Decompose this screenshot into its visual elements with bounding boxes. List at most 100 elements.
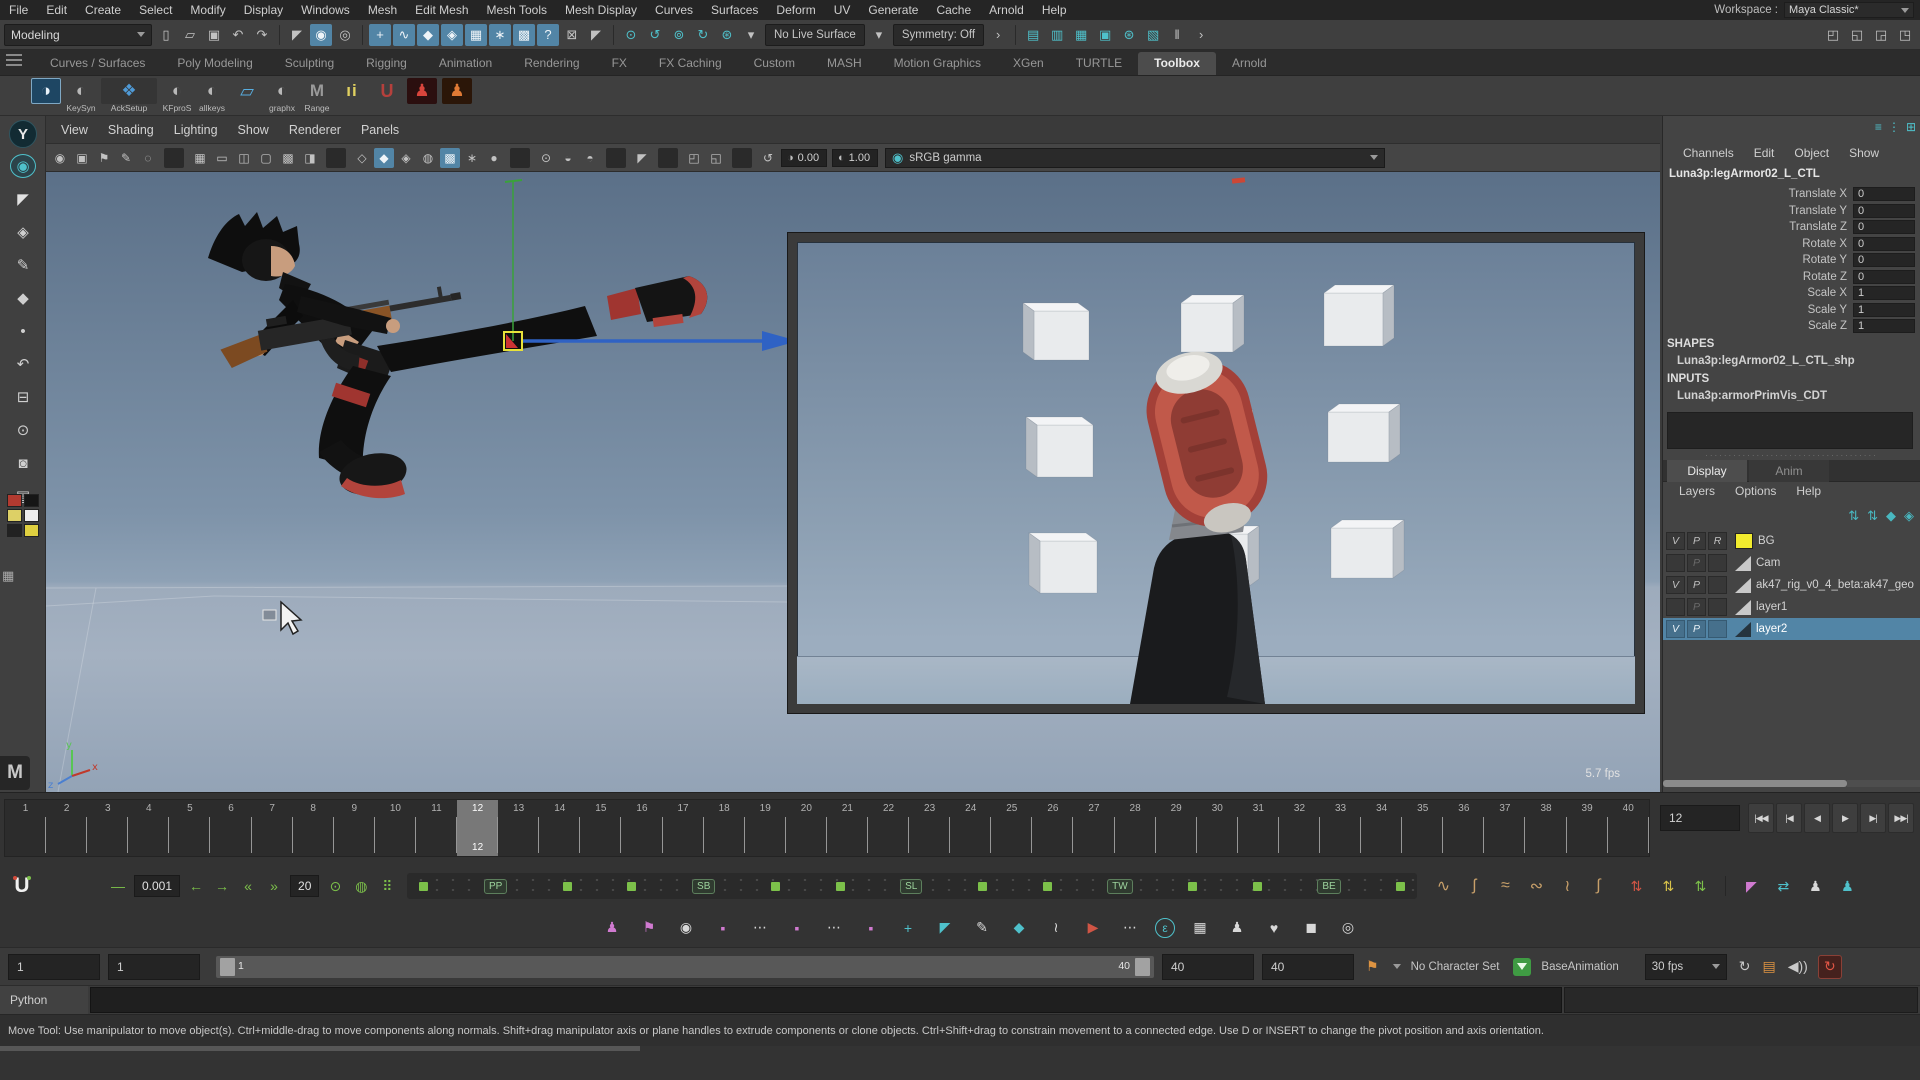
layer-playback-toggle[interactable]: P xyxy=(1687,554,1706,572)
shaded-icon[interactable]: ◆ xyxy=(374,148,394,168)
layer-reference-toggle[interactable]: R xyxy=(1708,532,1727,550)
color-swatch[interactable] xyxy=(7,494,22,507)
time-slider-frame[interactable]: 11 xyxy=(416,800,457,856)
animation-end-field[interactable]: 40 xyxy=(1262,954,1354,980)
attribute-value-field[interactable]: 0 xyxy=(1853,270,1915,284)
animbot-strip-marker[interactable] xyxy=(563,882,572,891)
menu-item[interactable]: Edit xyxy=(37,1,76,19)
shelf-tab[interactable]: Rendering xyxy=(508,52,595,75)
time-slider-frame[interactable]: 35 xyxy=(1402,800,1443,856)
time-slider-frame[interactable]: 21 xyxy=(827,800,868,856)
pink-key-icon[interactable]: ▪ xyxy=(711,916,735,940)
animbot-strip-marker[interactable] xyxy=(836,882,845,891)
play-forwards-button[interactable]: ▶ xyxy=(1832,803,1858,833)
pause-viewport-icon[interactable]: ‖ xyxy=(1166,24,1188,46)
viewport-menu-item[interactable]: Shading xyxy=(99,121,163,139)
bookmark-add-icon[interactable]: ⚑ xyxy=(1366,958,1379,975)
layer-playback-toggle[interactable]: P xyxy=(1687,532,1706,550)
animbot-strip-marker[interactable] xyxy=(978,882,987,891)
time-slider-frame[interactable]: 6 xyxy=(210,800,251,856)
time-slider-frame[interactable]: 15 xyxy=(580,800,621,856)
menu-item[interactable]: File xyxy=(0,1,37,19)
animbot-strip-marker[interactable] xyxy=(1253,882,1262,891)
muffin-icon[interactable]: ◍ xyxy=(349,874,373,898)
refresh-view-icon[interactable]: ↺ xyxy=(758,148,778,168)
red-arrows-icon[interactable]: ⇅ xyxy=(1624,874,1648,898)
bookmark-icon[interactable]: ⚑ xyxy=(94,148,114,168)
exposure-field[interactable]: ◑ 0.00 xyxy=(781,149,827,167)
animbot-strip-marker[interactable] xyxy=(771,882,780,891)
time-slider-frame[interactable]: 37 xyxy=(1484,800,1525,856)
select-object-mode-icon[interactable]: ◉ xyxy=(310,24,332,46)
attribute-editor-toggle-icon[interactable]: ⊞ xyxy=(1906,120,1916,134)
shelf-tab[interactable]: MASH xyxy=(811,52,878,75)
time-slider-frame[interactable]: 25 xyxy=(991,800,1032,856)
attribute-value-field[interactable]: 0 xyxy=(1853,220,1915,234)
three-pane-layout-icon[interactable]: ◲ xyxy=(1870,24,1892,46)
sine-curve-icon[interactable]: ∿ xyxy=(1431,874,1455,898)
shape-node-name[interactable]: Luna3p:legArmor02_L_CTL_shp xyxy=(1677,355,1855,367)
single-pane-layout-icon[interactable]: ◰ xyxy=(1822,24,1844,46)
BG[interactable]: V P R BG xyxy=(1663,530,1920,552)
attribute-value-field[interactable]: 0 xyxy=(1853,187,1915,201)
menu-item[interactable]: Arnold xyxy=(980,1,1033,19)
pose-mirror-icon[interactable]: ♟ xyxy=(1835,874,1859,898)
attribute-value-field[interactable]: 0 xyxy=(1853,237,1915,251)
layer-editor-tab[interactable]: Anim xyxy=(1749,460,1829,482)
highlight-selection-icon[interactable]: ◤ xyxy=(585,24,607,46)
dot-icon[interactable]: • xyxy=(10,319,36,343)
move-layer-up-icon[interactable]: ⇅ xyxy=(1848,508,1859,524)
playblast-icon[interactable]: ▤ xyxy=(1763,958,1776,975)
range-start-handle[interactable] xyxy=(220,958,235,976)
viewport-icon[interactable] xyxy=(164,148,184,168)
colorspace-dropdown[interactable]: ◉ sRGB gamma xyxy=(885,148,1385,168)
shelf-tab[interactable]: Animation xyxy=(423,52,508,75)
shelf-tab[interactable]: Custom xyxy=(738,52,811,75)
status-icon[interactable] xyxy=(613,25,614,45)
wr-curve-icon[interactable]: ≀ xyxy=(1555,874,1579,898)
flag-icon[interactable]: ⚑ xyxy=(637,916,661,940)
menu-item[interactable]: Help xyxy=(1033,1,1076,19)
light-editor-icon[interactable]: ▧ xyxy=(1142,24,1164,46)
motion-blur-icon[interactable]: ◒ xyxy=(558,148,578,168)
layer-reference-toggle[interactable] xyxy=(1708,598,1727,616)
pink-cursor-icon[interactable]: ◤ xyxy=(1739,874,1763,898)
menu-item[interactable]: Cache xyxy=(927,1,980,19)
wireframe-on-shaded-icon[interactable]: ▩ xyxy=(440,148,460,168)
range-end-handle[interactable] xyxy=(1135,958,1150,976)
current-frame-field[interactable]: 12 xyxy=(1660,805,1740,831)
color-swatch[interactable] xyxy=(7,524,22,537)
more-dots-icon[interactable]: ⋯ xyxy=(1118,916,1142,940)
textured-icon[interactable]: ◈ xyxy=(396,148,416,168)
attribute-label[interactable]: Rotate Y xyxy=(1663,254,1853,266)
history-cache-icon[interactable]: ⊚ xyxy=(668,24,690,46)
menu-item[interactable]: Create xyxy=(76,1,130,19)
camera-snapshot-icon[interactable]: ◙ xyxy=(10,451,36,475)
menu-item[interactable]: Deform xyxy=(767,1,824,19)
render-icon[interactable]: ▤ xyxy=(1022,24,1044,46)
acksetup-script-icon[interactable]: ❖ AckSetup xyxy=(100,78,158,114)
kfpros-script-icon[interactable]: ◐ KFproS xyxy=(161,78,193,114)
playback-end-field[interactable]: 40 xyxy=(1162,954,1254,980)
time-slider-frame[interactable]: 32 xyxy=(1279,800,1320,856)
menu-item[interactable]: Mesh Display xyxy=(556,1,646,19)
pose-icon[interactable]: ♟ xyxy=(1803,874,1827,898)
animbot-shelf-icon[interactable]: ◑ xyxy=(30,78,62,114)
attribute-value-field[interactable]: 1 xyxy=(1853,286,1915,300)
attribute-label[interactable]: Scale X xyxy=(1663,287,1853,299)
time-slider-frame[interactable]: 20 xyxy=(786,800,827,856)
shelf-tab[interactable]: Rigging xyxy=(350,52,423,75)
color-swatch[interactable] xyxy=(24,494,39,507)
make-live-icon[interactable]: ∗ xyxy=(489,24,511,46)
save-scene-icon[interactable]: ▣ xyxy=(203,24,225,46)
prev-keys-icon[interactable]: « xyxy=(236,874,260,898)
animbot-strip-marker[interactable] xyxy=(419,882,428,891)
film-gate-icon[interactable]: ▭ xyxy=(212,148,232,168)
resolution-gate-icon[interactable]: ◫ xyxy=(234,148,254,168)
wave-curve-icon[interactable]: ≈ xyxy=(1493,874,1517,898)
viewport-menu-item[interactable]: View xyxy=(52,121,97,139)
time-slider-frame[interactable]: 9 xyxy=(334,800,375,856)
snap-point-icon[interactable]: ◆ xyxy=(417,24,439,46)
viewport-menu-item[interactable]: Show xyxy=(229,121,278,139)
menu-item[interactable]: Mesh Tools xyxy=(478,1,556,19)
